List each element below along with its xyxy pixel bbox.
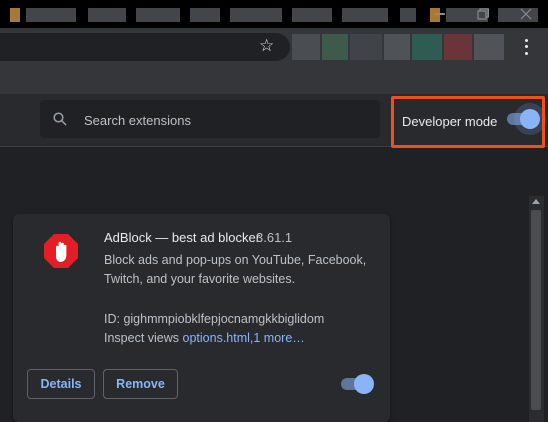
inspect-views-label: Inspect views (104, 331, 180, 345)
remove-button[interactable]: Remove (103, 369, 178, 399)
extension-id: ID: gighmmpiobklfepjocnamgkkbiglidom (104, 312, 325, 326)
search-icon (53, 112, 67, 126)
extension-icon-blurred[interactable] (322, 34, 348, 60)
bookmark-blurred[interactable] (446, 8, 488, 22)
bookmark-blurred[interactable] (26, 8, 76, 22)
bookmark-blurred[interactable] (430, 8, 440, 22)
bookmark-blurred[interactable] (292, 8, 332, 22)
bookmarks-bar (0, 64, 548, 94)
search-input[interactable] (82, 109, 366, 131)
extension-enable-toggle[interactable] (341, 373, 375, 395)
details-button[interactable]: Details (27, 369, 95, 399)
bookmark-blurred[interactable] (230, 8, 282, 22)
address-bar[interactable] (0, 33, 290, 61)
extension-name: AdBlock — best ad blocker (104, 230, 261, 245)
extension-version: 3.61.1 (256, 230, 293, 245)
kebab-menu-icon[interactable] (522, 37, 530, 57)
bookmark-blurred[interactable] (342, 8, 388, 22)
bookmark-blurred[interactable] (190, 8, 220, 22)
developer-mode-highlight (391, 96, 545, 148)
bookmark-blurred[interactable] (498, 8, 538, 22)
extension-icon-blurred[interactable] (444, 34, 472, 60)
extension-icon-blurred[interactable] (412, 34, 442, 60)
bookmark-blurred[interactable] (10, 8, 20, 22)
bookmark-blurred[interactable] (136, 8, 180, 22)
extension-icon-blurred[interactable] (384, 34, 410, 60)
extension-icon-blurred[interactable] (350, 34, 382, 60)
scrollbar-thumb[interactable] (531, 210, 541, 410)
search-box[interactable] (40, 100, 380, 138)
extension-description: Block ads and pop-ups on YouTube, Facebo… (104, 253, 367, 286)
extension-icon-blurred[interactable] (292, 34, 320, 60)
inspect-views: Inspect views options.html,1 more… (104, 331, 305, 345)
bookmark-blurred[interactable] (88, 8, 126, 22)
bookmark-blurred[interactable] (400, 8, 416, 22)
inspect-views-link[interactable]: options.html,1 more… (183, 331, 305, 345)
adblock-logo-icon (44, 234, 78, 268)
scroll-up-icon[interactable] (532, 199, 540, 204)
extension-icon-blurred[interactable] (474, 34, 504, 60)
star-icon[interactable]: ☆ (259, 36, 274, 56)
